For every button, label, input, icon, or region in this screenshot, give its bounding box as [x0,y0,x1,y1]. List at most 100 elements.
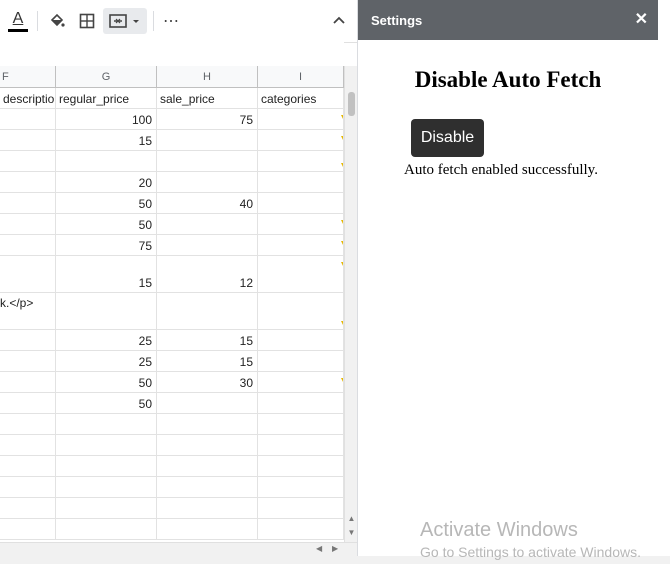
table-cell[interactable]: 20 [56,172,157,193]
table-cell[interactable] [0,214,56,235]
table-cell[interactable] [157,172,258,193]
table-cell[interactable] [157,130,258,151]
table-cell[interactable]: 30 [157,372,258,393]
table-cell[interactable] [258,435,344,456]
header-cell[interactable]: regular_price [56,88,157,109]
table-cell[interactable] [258,477,344,498]
table-cell[interactable] [258,372,344,393]
more-options-button[interactable]: ⋯ [160,8,182,34]
table-cell[interactable] [0,351,56,372]
table-cell[interactable] [0,372,56,393]
table-cell[interactable] [258,151,344,172]
table-cell[interactable] [0,498,56,519]
table-cell[interactable] [157,293,258,330]
vertical-scroll-thumb[interactable] [348,92,355,116]
vertical-scrollbar[interactable]: ▲ ▼ [344,66,358,542]
table-cell[interactable] [0,393,56,414]
scroll-right-arrow-icon[interactable]: ▶ [332,544,338,553]
table-cell[interactable] [258,519,344,540]
horizontal-scrollbar[interactable]: ◀ ▶ [0,542,357,557]
table-cell[interactable] [157,414,258,435]
scroll-down-arrow-icon[interactable]: ▼ [347,528,356,538]
table-cell[interactable] [258,414,344,435]
table-cell[interactable] [258,293,344,330]
table-cell[interactable] [0,330,56,351]
table-cell[interactable] [0,193,56,214]
spreadsheet-grid[interactable]: F G H I descriptio regular_price sale_pric… [0,42,344,542]
table-cell[interactable] [258,193,344,214]
collapse-toolbar-button[interactable] [328,8,350,34]
table-cell[interactable] [157,456,258,477]
column-header-i[interactable]: I [258,66,344,88]
table-cell[interactable] [157,435,258,456]
table-cell[interactable]: 100 [56,109,157,130]
merge-cells-button[interactable] [103,8,147,34]
table-cell[interactable] [0,456,56,477]
table-cell[interactable] [0,519,56,540]
table-cell[interactable] [0,256,56,293]
table-cell[interactable] [258,214,344,235]
table-cell[interactable] [0,151,56,172]
table-cell[interactable] [157,498,258,519]
close-icon[interactable]: ✕ [635,10,648,30]
table-cell[interactable] [0,172,56,193]
table-cell[interactable]: 50 [56,214,157,235]
table-cell[interactable] [157,235,258,256]
table-cell[interactable] [157,214,258,235]
table-cell[interactable] [0,477,56,498]
table-cell[interactable] [258,330,344,351]
table-cell[interactable]: 75 [56,235,157,256]
table-cell[interactable] [56,414,157,435]
table-cell[interactable]: 25 [56,330,157,351]
table-cell[interactable] [258,498,344,519]
header-cell[interactable]: categories [258,88,344,109]
table-cell[interactable] [258,456,344,477]
disable-button[interactable]: Disable [411,119,484,157]
table-cell[interactable] [0,130,56,151]
table-cell[interactable]: 50 [56,393,157,414]
table-cell[interactable] [258,393,344,414]
table-cell[interactable] [56,477,157,498]
table-cell[interactable]: 15 [157,351,258,372]
table-cell[interactable]: 15 [157,330,258,351]
column-header-f[interactable]: F [0,66,56,88]
header-cell[interactable]: sale_price [157,88,258,109]
table-cell[interactable] [157,519,258,540]
table-cell[interactable]: 40 [157,193,258,214]
table-cell[interactable]: 25 [56,351,157,372]
fill-color-button[interactable] [46,8,68,34]
table-cell[interactable] [56,435,157,456]
table-cell[interactable]: 50 [56,372,157,393]
table-cell[interactable] [157,477,258,498]
table-cell[interactable]: 12 [157,256,258,293]
table-cell[interactable] [0,235,56,256]
table-cell[interactable]: 50 [56,193,157,214]
borders-button[interactable] [76,8,98,34]
table-cell[interactable] [258,172,344,193]
header-cell[interactable]: descriptio [0,88,56,109]
table-cell[interactable]: 75 [157,109,258,130]
column-header-h[interactable]: H [157,66,258,88]
table-cell[interactable] [56,519,157,540]
table-cell[interactable] [56,498,157,519]
table-cell[interactable] [157,151,258,172]
table-cell[interactable] [56,151,157,172]
scroll-left-arrow-icon[interactable]: ◀ [316,544,322,553]
table-cell[interactable] [258,235,344,256]
table-cell[interactable] [56,293,157,330]
column-header-g[interactable]: G [56,66,157,88]
table-cell[interactable] [0,109,56,130]
table-cell[interactable] [56,456,157,477]
table-cell[interactable]: k.</p> [0,293,56,330]
table-cell[interactable] [0,435,56,456]
table-cell[interactable] [258,109,344,130]
scroll-up-arrow-icon[interactable]: ▲ [347,514,356,524]
table-cell[interactable] [258,351,344,372]
table-cell[interactable] [258,130,344,151]
text-color-button[interactable]: A [6,8,30,34]
table-cell[interactable]: 15 [56,256,157,293]
table-cell[interactable]: 15 [56,130,157,151]
table-cell[interactable] [258,256,344,293]
table-cell[interactable] [157,393,258,414]
table-cell[interactable] [0,414,56,435]
